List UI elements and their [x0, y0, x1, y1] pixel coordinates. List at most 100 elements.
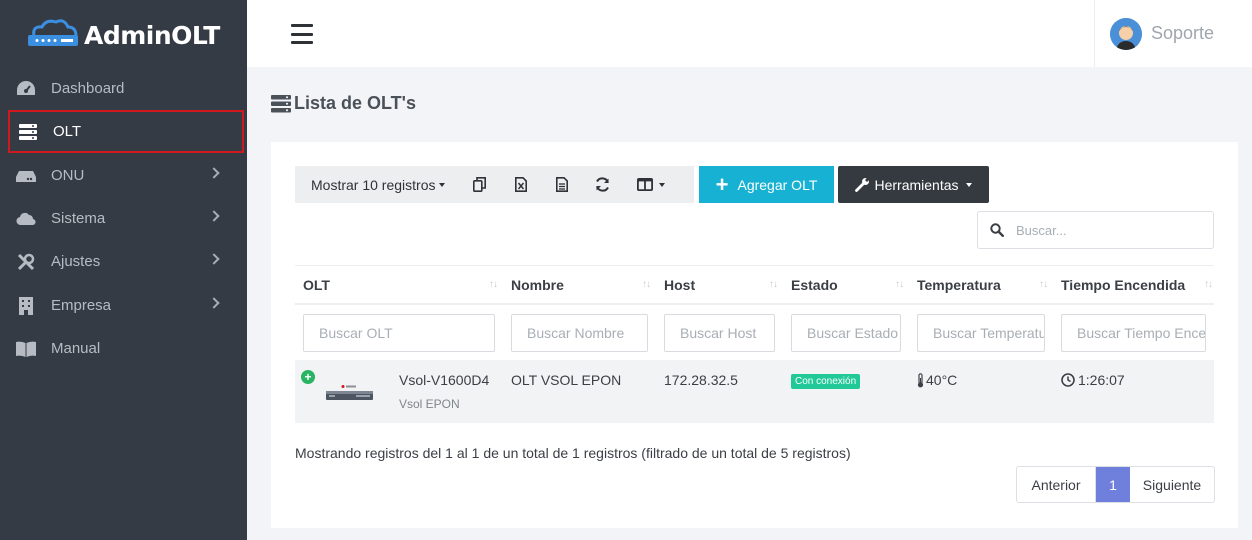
table-info: Mostrando registros del 1 al 1 de un tot…: [295, 445, 851, 461]
previous-page-button[interactable]: Anterior: [1017, 467, 1096, 502]
user-name: Soporte: [1151, 23, 1215, 43]
page-length-label: Mostrar 10 registros: [311, 176, 436, 193]
add-olt-label: Agregar OLT: [737, 176, 818, 193]
sidebar-item-label: Manual: [51, 340, 101, 357]
next-page-button[interactable]: Siguiente: [1130, 467, 1214, 502]
columns-icon: [637, 178, 653, 191]
sidebar-item-dashboard[interactable]: Dashboard: [8, 67, 244, 110]
column-header-label: Host: [664, 277, 696, 293]
olt-temperature: 40°C: [917, 372, 957, 388]
building-icon: [16, 296, 36, 316]
sidebar-item-label: Empresa: [51, 297, 112, 314]
filter-estado-input[interactable]: [791, 314, 901, 352]
sidebar-item-label: Sistema: [51, 210, 106, 227]
cloud-router-logo-icon: [28, 19, 78, 46]
filter-host-input[interactable]: [664, 314, 775, 352]
column-header-temperatura[interactable]: Temperatura ↑↓: [909, 266, 1053, 304]
sidebar-item-onu[interactable]: ONU: [8, 154, 244, 197]
caret-down-icon: [659, 182, 665, 187]
dashboard-icon: [16, 79, 36, 99]
uptime-value: 1:26:07: [1078, 372, 1125, 388]
column-header-label: Temperatura: [917, 277, 1001, 293]
sidebar-item-label: Dashboard: [51, 80, 125, 97]
chevron-right-icon: [208, 210, 220, 222]
filter-olt-input[interactable]: [303, 314, 495, 352]
page-1-button[interactable]: 1: [1096, 467, 1130, 502]
copy-icon: [473, 177, 486, 192]
sidebar-item-sistema[interactable]: Sistema: [8, 197, 244, 240]
clock-icon: [1061, 373, 1075, 387]
column-header-tiempo-encendida[interactable]: Tiempo Encendida ↑↓: [1053, 266, 1214, 304]
column-header-label: Tiempo Encendida: [1061, 277, 1186, 293]
sort-icon: ↑↓: [1039, 279, 1048, 290]
top-header: Soporte: [247, 0, 1252, 67]
olt-device-image: [326, 385, 373, 400]
sidebar-item-label: ONU: [51, 167, 85, 184]
server-icon: [271, 94, 291, 112]
brand[interactable]: AdminOLT: [0, 0, 247, 70]
plus-icon: +: [715, 171, 729, 197]
tools-icon: [16, 252, 36, 272]
search-icon: [990, 223, 1004, 237]
avatar: [1110, 17, 1142, 50]
server-icon: [18, 122, 38, 142]
search-input[interactable]: [1016, 222, 1196, 238]
excel-export-button[interactable]: [500, 166, 541, 203]
column-header-nombre[interactable]: Nombre ↑↓: [503, 266, 656, 304]
olt-name: OLT VSOL EPON: [511, 372, 622, 388]
table-toolbar: Mostrar 10 registros: [295, 166, 694, 203]
olt-list-card: Mostrar 10 registros + Agregar OLT Herra…: [271, 142, 1238, 528]
filter-temperatura-input[interactable]: [917, 314, 1045, 352]
sidebar-item-manual[interactable]: Manual: [8, 327, 244, 370]
sort-icon: ↑↓: [642, 279, 651, 290]
sort-icon: ↑↓: [1204, 279, 1213, 290]
thermometer-icon: [917, 372, 924, 387]
column-header-olt[interactable]: OLT ↑↓: [295, 266, 503, 304]
page-title: Lista de OLT's: [271, 93, 416, 114]
olt-uptime: 1:26:07: [1061, 372, 1125, 388]
olt-host: 172.28.32.5: [664, 372, 738, 388]
sidebar-item-ajustes[interactable]: Ajustes: [8, 240, 244, 283]
sidebar-item-olt[interactable]: OLT: [8, 110, 244, 153]
sidebar-item-empresa[interactable]: Empresa: [8, 284, 244, 327]
chevron-right-icon: [208, 167, 220, 179]
add-olt-button[interactable]: + Agregar OLT: [699, 166, 834, 203]
hdd-icon: [16, 166, 36, 186]
tools-label: Herramientas: [874, 176, 959, 193]
copy-button[interactable]: [459, 166, 500, 203]
pagination: Anterior 1 Siguiente: [1016, 466, 1215, 503]
tools-dropdown-button[interactable]: Herramientas: [838, 166, 989, 203]
user-menu[interactable]: Soporte: [1094, 0, 1252, 67]
brand-name: AdminOLT: [84, 20, 220, 50]
column-visibility-button[interactable]: [623, 166, 679, 203]
sort-icon: ↑↓: [489, 279, 498, 290]
wrench-icon: [855, 178, 870, 192]
caret-down-icon: [439, 182, 446, 187]
chevron-right-icon: [208, 297, 220, 309]
column-header-label: Nombre: [511, 277, 564, 293]
filter-tiempo-encendida-input[interactable]: [1061, 314, 1206, 352]
column-header-host[interactable]: Host ↑↓: [656, 266, 783, 304]
file-excel-icon: [514, 177, 527, 192]
book-icon: [16, 339, 36, 359]
table-row[interactable]: + Vsol-V1600D4 Vsol EPON OLT VSOL EPON 1…: [295, 360, 1214, 423]
filter-nombre-input[interactable]: [511, 314, 648, 352]
menu-toggle-icon[interactable]: [291, 24, 313, 44]
expand-row-icon[interactable]: +: [301, 370, 315, 384]
page-length-dropdown[interactable]: Mostrar 10 registros: [295, 177, 459, 193]
column-header-estado[interactable]: Estado ↑↓: [783, 266, 909, 304]
global-search[interactable]: [977, 211, 1214, 249]
caret-down-icon: [965, 182, 972, 187]
cloud-icon: [16, 209, 36, 229]
sidebar-item-label: OLT: [53, 123, 82, 140]
status-badge: Con conexión: [791, 374, 861, 389]
csv-export-button[interactable]: [541, 166, 582, 203]
column-header-label: Estado: [791, 277, 838, 293]
refresh-button[interactable]: [582, 166, 623, 203]
olt-model: Vsol-V1600D4: [399, 372, 490, 388]
chevron-right-icon: [208, 253, 220, 265]
refresh-icon: [596, 177, 609, 192]
file-text-icon: [555, 177, 568, 192]
table-header: OLT ↑↓ Nombre ↑↓ Host ↑↓ Estado ↑↓ Tempe…: [295, 265, 1214, 305]
column-filter-row: [295, 305, 1214, 359]
